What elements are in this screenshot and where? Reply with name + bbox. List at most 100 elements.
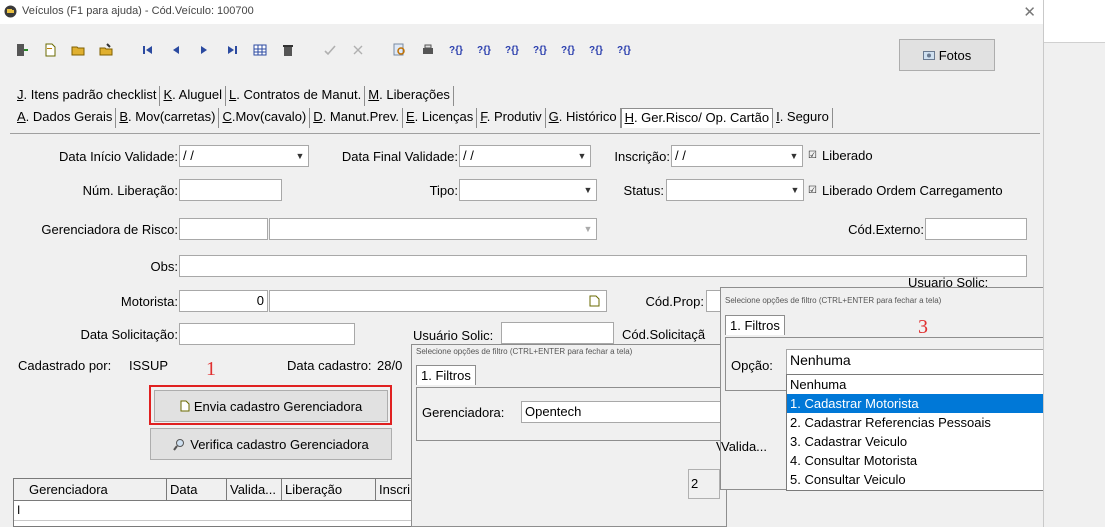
filter-dialog-opcao: Selecione opções de filtro (CTRL+ENTER p…: [720, 287, 1043, 491]
tab-seguro[interactable]: I. Seguro: [773, 108, 833, 128]
list-item[interactable]: Nenhuma: [787, 375, 1043, 394]
partial-button[interactable]: 2: [688, 469, 720, 499]
tipo-select[interactable]: ▼: [459, 179, 597, 201]
fotos-button[interactable]: Fotos: [899, 39, 995, 71]
cod-externo-field[interactable]: [925, 218, 1027, 240]
next-record-icon[interactable]: [192, 39, 216, 61]
motorista-name-field[interactable]: [269, 290, 607, 312]
first-record-icon[interactable]: [136, 39, 160, 61]
data-inicio-label: Data Início Validade:: [59, 149, 178, 164]
tab-mov-cavalo[interactable]: C.Mov(cavalo): [219, 108, 311, 128]
new-document-icon[interactable]: [38, 39, 62, 61]
exit-door-icon[interactable]: [10, 39, 34, 61]
close-icon[interactable]: ✕: [1023, 3, 1036, 21]
data-inicio-field[interactable]: / / ▼: [179, 145, 309, 167]
trash-icon[interactable]: [276, 39, 300, 61]
gerenciadora-filter-field[interactable]: Opentech: [521, 401, 731, 423]
previous-record-icon[interactable]: [164, 39, 188, 61]
vehicles-window: Veículos (F1 para ajuda) - Cód.Veículo: …: [0, 0, 1044, 527]
checkbox-checked-icon: ☑: [808, 184, 817, 196]
num-liberacao-field[interactable]: [179, 179, 282, 201]
tab-itens-checklist[interactable]: J. Itens padrão checklist: [14, 86, 161, 106]
filter-dialog-gerenciadora: Selecione opções de filtro (CTRL+ENTER p…: [411, 344, 762, 527]
gerenciadora-label: Gerenciadora de Risco:: [41, 222, 178, 237]
background-panel: [1044, 42, 1105, 527]
chevron-down-icon[interactable]: ▼: [574, 146, 590, 166]
gerenciadora-code-field[interactable]: [179, 218, 268, 240]
status-label: Status:: [623, 183, 664, 198]
grid-col-validade[interactable]: Valida...: [227, 479, 282, 501]
liberado-checkbox[interactable]: ☑ Liberado: [808, 148, 873, 163]
tab-aluguel[interactable]: K. Aluguel: [160, 86, 227, 106]
data-final-field[interactable]: / / ▼: [459, 145, 591, 167]
chevron-down-icon[interactable]: ▼: [292, 146, 308, 166]
grid-header: Gerenciadora Data Valida... Liberação In…: [14, 479, 426, 501]
query-3-icon[interactable]: ?{}: [500, 39, 524, 61]
tab-produtiv[interactable]: F. Produtiv: [477, 108, 546, 128]
annotation-3: 3: [918, 316, 928, 338]
opcao-filter-select[interactable]: Nenhuma: [786, 349, 1043, 375]
tab-contratos-manut[interactable]: L. Contratos de Manut.: [226, 86, 366, 106]
num-liberacao-label: Núm. Liberação:: [82, 183, 178, 198]
query-5-icon[interactable]: ?{}: [556, 39, 580, 61]
data-solicitacao-field[interactable]: [179, 323, 355, 345]
print-icon[interactable]: [416, 39, 440, 61]
dialog-title: Selecione opções de filtro (CTRL+ENTER p…: [416, 347, 633, 356]
list-item-selected[interactable]: 1. Cadastrar Motorista: [787, 394, 1043, 413]
query-6-icon[interactable]: ?{}: [584, 39, 608, 61]
grid-col-data[interactable]: Data: [167, 479, 227, 501]
tab-licencas[interactable]: E. Licenças: [403, 108, 478, 128]
opcao-filter-label: Opção:: [731, 358, 773, 373]
status-select[interactable]: ▼: [666, 179, 804, 201]
tab-row-bottom: A. Dados Gerais B. Mov(carretas) C.Mov(c…: [14, 108, 833, 128]
data-inicio-value: / /: [183, 148, 194, 163]
dialog-tab-filtros[interactable]: 1. Filtros: [725, 315, 785, 335]
query-7-icon[interactable]: ?{}: [612, 39, 636, 61]
gerenciadora-name-select[interactable]: ▼: [269, 218, 597, 240]
tab-panel-border: [10, 133, 1040, 134]
query-4-icon[interactable]: ?{}: [528, 39, 552, 61]
obs-field[interactable]: [179, 255, 1027, 277]
list-item[interactable]: 5. Consultar Veiculo: [787, 470, 1043, 489]
tab-manut-prev[interactable]: D. Manut.Prev.: [310, 108, 403, 128]
cadastrado-por-value: ISSUP: [129, 358, 169, 373]
dialog-tab-filtros[interactable]: 1. Filtros: [416, 365, 476, 385]
list-item[interactable]: 3. Cadastrar Veiculo: [787, 432, 1043, 451]
tab-historico[interactable]: G. Histórico: [546, 108, 621, 128]
query-2-icon[interactable]: ?{}: [472, 39, 496, 61]
new-document-icon[interactable]: [586, 291, 602, 311]
list-item[interactable]: 2. Cadastrar Referencias Pessoais: [787, 413, 1043, 432]
verifica-cadastro-button[interactable]: Verifica cadastro Gerenciadora: [150, 428, 392, 460]
liberado-ordem-checkbox[interactable]: ☑ Liberado Ordem Carregamento: [808, 183, 1003, 198]
tab-liberacoes[interactable]: M. Liberações: [365, 86, 454, 106]
open-folder-icon[interactable]: [66, 39, 90, 61]
chevron-down-icon[interactable]: ▼: [786, 146, 802, 166]
edit-folder-icon[interactable]: [94, 39, 118, 61]
query-1-icon[interactable]: ?{}: [444, 39, 468, 61]
list-item[interactable]: 4. Consultar Motorista: [787, 451, 1043, 470]
grid-col-gerenciadora[interactable]: Gerenciadora: [26, 479, 167, 501]
chevron-down-icon[interactable]: ▼: [787, 180, 803, 200]
motorista-code-field[interactable]: 0: [179, 290, 268, 312]
usuario-solic-field[interactable]: [501, 322, 614, 344]
tab-row-top: J. Itens padrão checklist K. Aluguel L. …: [14, 86, 454, 106]
tab-ger-risco[interactable]: H. Ger.Risco/ Op. Cartão: [620, 108, 774, 128]
valida-partial-label: Valida...: [721, 439, 768, 454]
chevron-down-icon[interactable]: ▼: [580, 219, 596, 239]
search-zoom-icon[interactable]: [388, 39, 412, 61]
tipo-label: Tipo:: [429, 183, 458, 198]
last-record-icon[interactable]: [220, 39, 244, 61]
table-row[interactable]: I: [14, 501, 424, 521]
inscricao-field[interactable]: / / ▼: [671, 145, 803, 167]
grid-col-liberacao[interactable]: Liberação: [282, 479, 376, 501]
cadastrado-por-label: Cadastrado por:: [18, 358, 112, 373]
tab-mov-carretas[interactable]: B. Mov(carretas): [116, 108, 220, 128]
grid-view-icon[interactable]: [248, 39, 272, 61]
tab-dados-gerais[interactable]: A. Dados Gerais: [14, 108, 117, 128]
data-cadastro-value: 28/0: [377, 358, 403, 373]
confirm-check-icon[interactable]: [318, 39, 342, 61]
opcao-dropdown-list: Nenhuma 1. Cadastrar Motorista 2. Cadast…: [786, 374, 1043, 491]
cancel-x-icon[interactable]: [346, 39, 370, 61]
chevron-down-icon[interactable]: ▼: [580, 180, 596, 200]
cod-solicitacao-label: Cód.Solicitaçã: [622, 327, 706, 342]
